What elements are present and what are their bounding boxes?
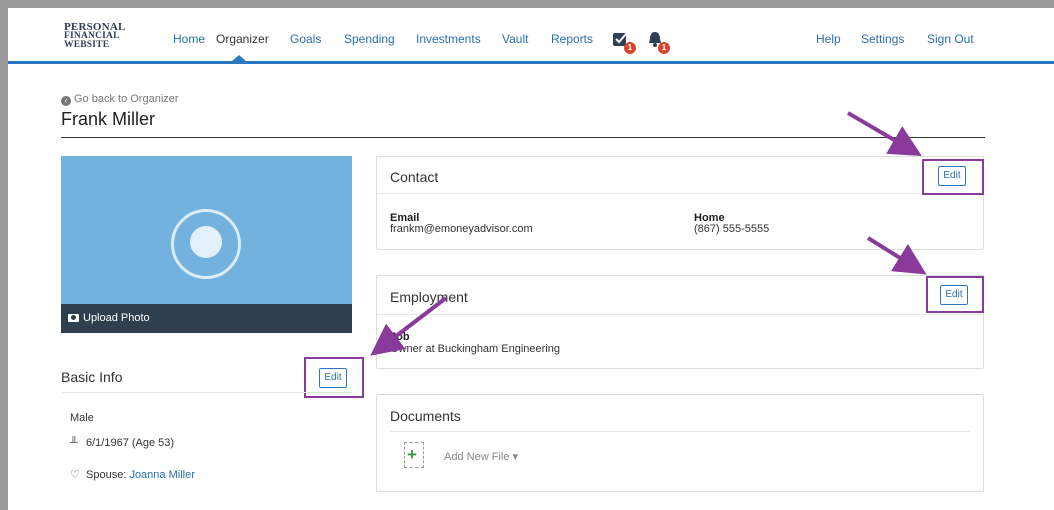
- add-new-file-dropdown[interactable]: Add New File ▾: [444, 450, 518, 463]
- nav-sign-out[interactable]: Sign Out: [927, 32, 974, 46]
- documents-title: Documents: [390, 408, 461, 424]
- contact-title: Contact: [390, 169, 439, 185]
- nav-reports[interactable]: Reports: [551, 32, 593, 46]
- upload-photo-label: Upload Photo: [83, 312, 150, 324]
- tasks-icon[interactable]: 1: [612, 30, 636, 54]
- back-link-label: Go back to Organizer: [74, 93, 179, 105]
- spouse-label: Spouse:: [86, 469, 127, 481]
- alerts-badge: 1: [658, 42, 670, 54]
- employment-card: Employment Job Owner at Buckingham Engin…: [376, 275, 984, 369]
- active-nav-indicator: [231, 55, 247, 62]
- nav-organizer[interactable]: Organizer: [216, 32, 269, 46]
- arrow-to-contact-edit: [846, 111, 922, 157]
- top-nav: PERSONAL FINANCIAL WEBSITE Home Organize…: [8, 8, 1054, 64]
- basic-info-divider: [61, 392, 352, 393]
- edit-employment-button[interactable]: Edit: [940, 285, 968, 305]
- nav-goals[interactable]: Goals: [290, 32, 321, 46]
- nav-investments[interactable]: Investments: [416, 32, 481, 46]
- email-value: frankm@emoneyadvisor.com: [390, 223, 533, 235]
- add-new-file-label: Add New File: [444, 451, 510, 463]
- app-frame: PERSONAL FINANCIAL WEBSITE Home Organize…: [8, 8, 1054, 510]
- home-phone-value: (867) 555-5555: [694, 223, 770, 235]
- tasks-badge: 1: [624, 42, 636, 54]
- job-label: Job: [390, 331, 410, 343]
- title-divider: [61, 137, 985, 138]
- birthday-cake-icon: ╨: [70, 437, 78, 449]
- birthday-row: ╨ 6/1/1967 (Age 53): [70, 437, 174, 449]
- birthday-value: 6/1/1967 (Age 53): [86, 437, 175, 449]
- nav-home[interactable]: Home: [173, 32, 205, 46]
- alerts-bell-icon[interactable]: 1: [646, 30, 670, 54]
- nav-spending[interactable]: Spending: [344, 32, 395, 46]
- plus-icon: +: [407, 445, 417, 464]
- job-value: Owner at Buckingham Engineering: [390, 343, 560, 355]
- add-file-button[interactable]: +: [404, 442, 424, 468]
- back-arrow-icon: ‹: [61, 96, 71, 106]
- upload-photo-button[interactable]: Upload Photo: [61, 304, 352, 333]
- documents-card: Documents + Add New File ▾: [376, 394, 984, 492]
- camera-icon: [68, 314, 79, 322]
- spouse-row: ♡ Spouse: Joanna Miller: [70, 468, 195, 481]
- heart-icon: ♡: [70, 469, 80, 481]
- nav-settings[interactable]: Settings: [861, 32, 904, 46]
- edit-basic-info-button[interactable]: Edit: [319, 368, 347, 388]
- avatar-placeholder-icon: [171, 209, 241, 279]
- logo-line-3: WEBSITE: [64, 40, 110, 50]
- nav-help[interactable]: Help: [816, 32, 841, 46]
- employment-title: Employment: [390, 289, 468, 305]
- contact-card: Contact Email frankm@emoneyadvisor.com H…: [376, 156, 984, 250]
- edit-contact-button[interactable]: Edit: [938, 166, 966, 186]
- back-link[interactable]: ‹ Go back to Organizer: [61, 93, 179, 106]
- gender-value: Male: [70, 412, 94, 424]
- caret-down-icon: ▾: [512, 451, 519, 463]
- spouse-link[interactable]: Joanna Miller: [129, 469, 194, 481]
- site-logo[interactable]: PERSONAL FINANCIAL WEBSITE: [64, 22, 126, 50]
- nav-vault[interactable]: Vault: [502, 32, 528, 46]
- profile-photo: Upload Photo: [61, 156, 352, 333]
- page-title: Frank Miller: [61, 109, 156, 129]
- basic-info-title: Basic Info: [61, 369, 123, 385]
